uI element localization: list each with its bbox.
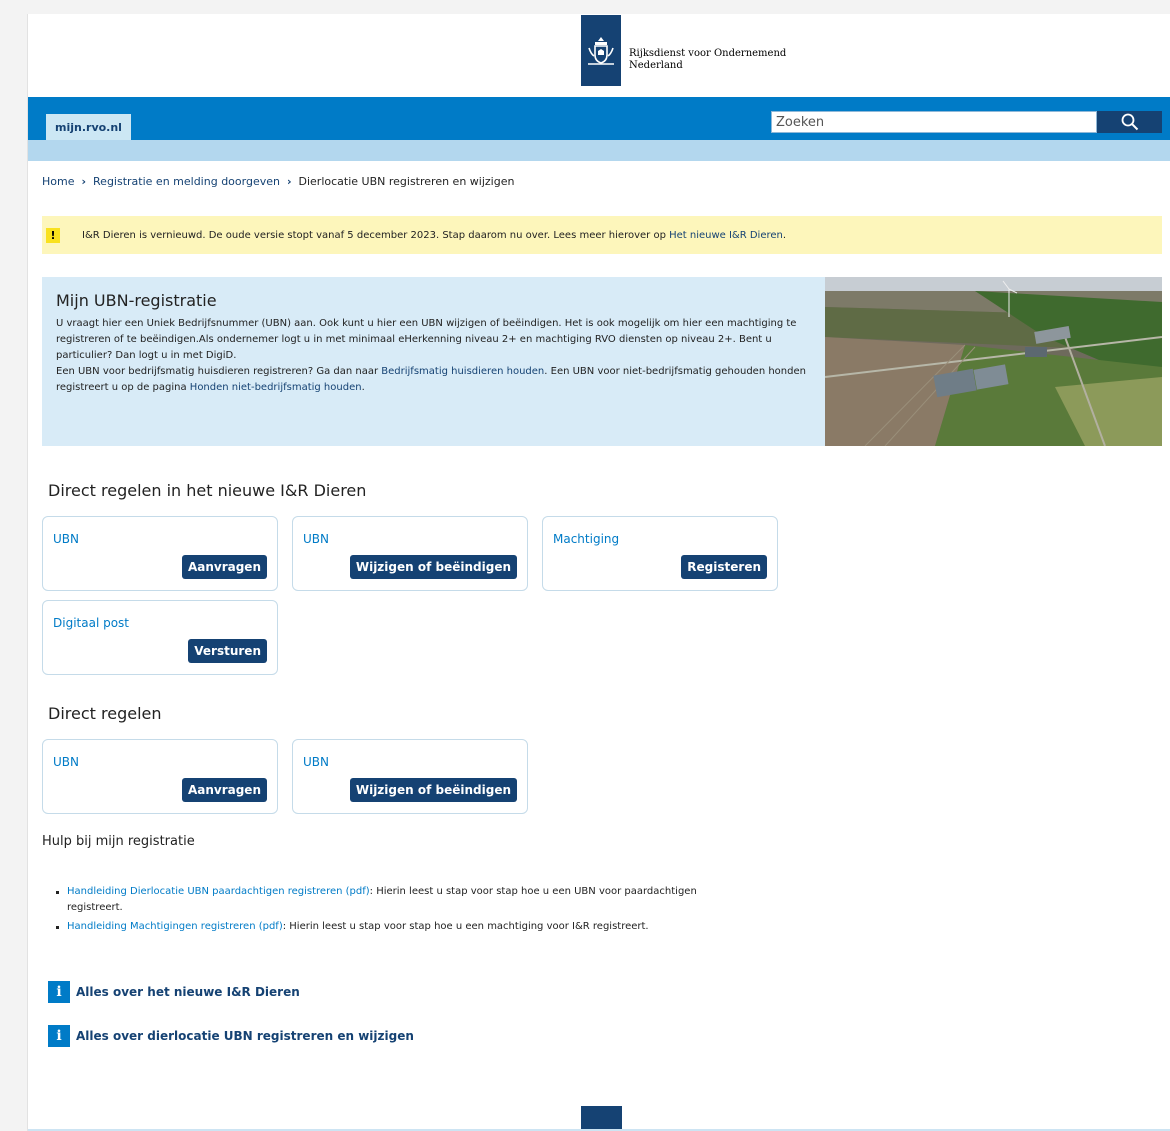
intro-p2-start: Een UBN voor bedrijfsmatig huisdieren re… [56,366,382,377]
intro-paragraph-2: Een UBN voor bedrijfsmatig huisdieren re… [56,364,816,396]
link-bedrijfsmatig-huisdieren[interactable]: Bedrijfsmatig huisdieren houden [381,366,544,377]
info-link-dierlocatie[interactable]: i Alles over dierlocatie UBN registreren… [48,1025,414,1047]
site-tab-mijn-rvo[interactable]: mijn.rvo.nl [46,114,131,140]
card-ubn-aanvragen: UBN Aanvragen [42,739,278,814]
footer-logo-tab [581,1106,622,1131]
registeren-button[interactable]: Registeren [681,555,767,579]
notice-message: I&R Dieren is vernieuwd. De oude versie … [82,229,670,241]
chevron-right-icon: › [286,175,292,188]
notice-link[interactable]: Het nieuwe I&R Dieren [669,230,783,241]
sub-navigation-bar [28,140,1170,161]
breadcrumb-registratie[interactable]: Registratie en melding doorgeven [93,175,280,188]
page-title: Mijn UBN-registratie [56,291,217,310]
page: Rijksdienst voor Ondernemend Nederland m… [27,14,1170,1131]
info-link-text: Alles over het nieuwe I&R Dieren [76,985,300,999]
wijzigen-button[interactable]: Wijzigen of beëindigen [349,778,517,802]
card-machtiging-new: Machtiging Registeren [542,516,778,591]
aanvragen-button[interactable]: Aanvragen [181,555,267,579]
chevron-right-icon: › [81,175,87,188]
breadcrumb-home[interactable]: Home [42,175,74,188]
info-link-text: Alles over dierlocatie UBN registreren e… [76,1029,414,1043]
notice-banner: ! I&R Dieren is vernieuwd. De oude versi… [42,216,1162,254]
intro-paragraph-1: U vraagt hier een Uniek Bedrijfsnummer (… [56,318,797,361]
help-link-machtigingen[interactable]: Handleiding Machtigingen registreren (pd… [67,921,283,932]
site-logo[interactable]: Rijksdienst voor Ondernemend Nederland [581,15,786,86]
notice-suffix: . [782,229,787,241]
section-title-direct: Direct regelen [48,704,162,723]
help-list: Handleiding Dierlocatie UBN paardachtige… [54,884,754,938]
search-input[interactable] [771,111,1097,133]
intro-panel: Mijn UBN-registratie U vraagt hier een U… [42,277,1162,446]
info-link-nieuwe-ir[interactable]: i Alles over het nieuwe I&R Dieren [48,981,300,1003]
list-item: Handleiding Machtigingen registreren (pd… [54,919,754,935]
card-label: Machtiging [553,532,620,546]
breadcrumb-current: Dierlocatie UBN registreren en wijzigen [298,175,515,188]
help-title: Hulp bij mijn registratie [42,834,195,849]
farm-aerial-photo [825,277,1162,446]
link-honden-niet-bedrijfsmatig[interactable]: Honden niet-bedrijfsmatig houden [190,382,362,393]
wijzigen-button[interactable]: Wijzigen of beëindigen [349,555,517,579]
section-title-new-ir: Direct regelen in het nieuwe I&R Dieren [48,481,367,500]
organization-name: Rijksdienst voor Ondernemend Nederland [629,48,786,72]
warning-icon: ! [46,227,60,243]
intro-p2-end: . [361,382,365,393]
card-ubn-wijzigen-new: UBN Wijzigen of beëindigen [292,516,528,591]
help-item-text: : Hierin leest u stap voor stap hoe u ee… [282,921,649,932]
info-icon: i [48,1025,70,1047]
card-label: UBN [53,755,79,769]
card-ubn-wijzigen: UBN Wijzigen of beëindigen [292,739,528,814]
notice-text: I&R Dieren is vernieuwd. De oude versie … [82,230,786,241]
intro-text: Mijn UBN-registratie U vraagt hier een U… [56,291,816,396]
card-digitaal-post-new: Digitaal post Versturen [42,600,278,675]
versturen-button[interactable]: Versturen [188,639,267,663]
card-label: UBN [303,755,329,769]
card-label: UBN [53,532,79,546]
aanvragen-button[interactable]: Aanvragen [181,778,267,802]
breadcrumb: Home › Registratie en melding doorgeven … [42,175,514,188]
card-label: UBN [303,532,329,546]
organization-name-line2: Nederland [629,60,683,71]
card-ubn-aanvragen-new: UBN Aanvragen [42,516,278,591]
outer-background [0,0,27,1131]
organization-name-line1: Rijksdienst voor Ondernemend [629,48,787,59]
list-item: Handleiding Dierlocatie UBN paardachtige… [54,884,754,916]
card-label: Digitaal post [53,616,130,630]
info-icon: i [48,981,70,1003]
search-button[interactable] [1097,111,1162,133]
help-link-paardachtigen[interactable]: Handleiding Dierlocatie UBN paardachtige… [67,886,370,897]
coat-of-arms-icon [581,15,621,86]
search-icon [1121,113,1138,131]
main-navigation-bar: mijn.rvo.nl [28,97,1170,140]
